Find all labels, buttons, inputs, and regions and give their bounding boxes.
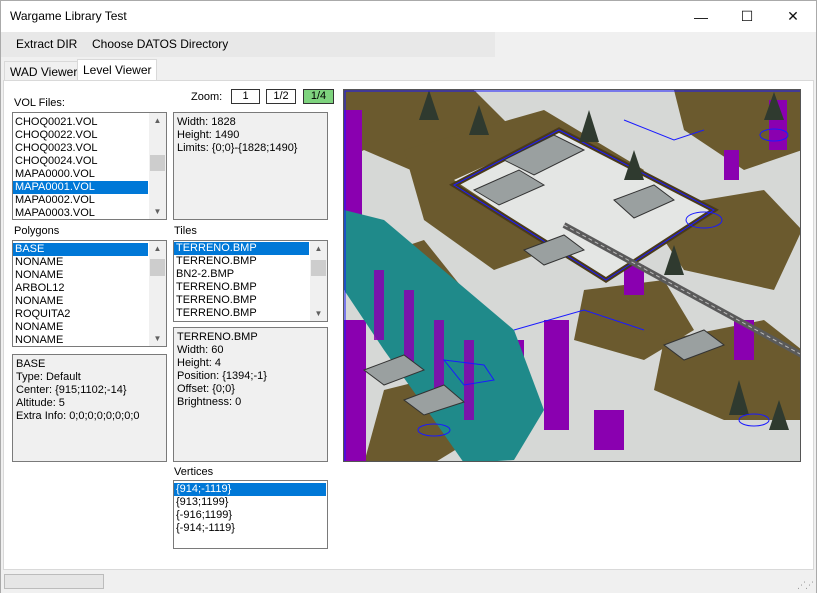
list-item[interactable]: TERRENO.BMP <box>174 294 327 307</box>
polygons-scrollbar[interactable]: ▲ ▼ <box>149 241 166 346</box>
list-item[interactable]: {-914;-1119} <box>174 522 327 535</box>
scroll-up-icon[interactable]: ▲ <box>310 241 327 256</box>
resize-grip-icon[interactable]: ⋰⋰ <box>797 580 814 591</box>
scroll-down-icon[interactable]: ▼ <box>310 306 327 321</box>
scroll-thumb[interactable] <box>311 260 326 276</box>
tile-offset-text: Offset: {0;0} <box>177 383 235 395</box>
progress-bar <box>4 574 104 589</box>
scroll-thumb[interactable] <box>150 259 165 276</box>
level-map-image <box>344 90 800 461</box>
vertices-list[interactable]: {914;-1119} {913;1199} {-916;1199} {-914… <box>173 480 328 549</box>
map-limits-text: Limits: {0;0}-{1828;1490} <box>177 142 298 154</box>
polygon-info-box: BASE Type: Default Center: {915;1102;-14… <box>12 354 167 462</box>
tiles-label: Tiles <box>174 225 197 237</box>
tile-position-text: Position: {1394;-1} <box>177 370 267 382</box>
app-window: Wargame Library Test — ☐ ✕ Extract DIR C… <box>0 0 817 593</box>
menu-bar: Extract DIR Choose DATOS Directory <box>1 32 495 57</box>
scroll-down-icon[interactable]: ▼ <box>149 204 166 219</box>
list-item[interactable]: CHOQ0021.VOL <box>13 116 166 129</box>
window-title: Wargame Library Test <box>10 9 127 23</box>
map-info-box: Width: 1828 Height: 1490 Limits: {0;0}-{… <box>173 112 328 220</box>
list-item[interactable]: TERRENO.BMP <box>174 255 327 268</box>
tile-info-box: TERRENO.BMP Width: 60 Height: 4 Position… <box>173 327 328 462</box>
vol-files-label: VOL Files: <box>14 97 65 109</box>
tile-brightness-text: Brightness: 0 <box>177 396 242 408</box>
list-item[interactable]: NONAME <box>13 295 166 308</box>
status-bar: ⋰⋰ <box>1 571 816 593</box>
tile-width-text: Width: 60 <box>177 344 224 356</box>
tiles-list[interactable]: TERRENO.BMP TERRENO.BMP BN2-2.BMP TERREN… <box>173 240 328 322</box>
zoom-quarter-button[interactable]: 1/4 <box>303 89 334 104</box>
scroll-up-icon[interactable]: ▲ <box>149 241 166 256</box>
polygons-label: Polygons <box>14 225 60 237</box>
list-item[interactable]: NONAME <box>13 334 166 346</box>
scroll-up-icon[interactable]: ▲ <box>149 113 166 128</box>
list-item[interactable]: CHOQ0022.VOL <box>13 129 166 142</box>
list-item[interactable]: MAPA0002.VOL <box>13 194 166 207</box>
polygon-altitude-text: Altitude: 5 <box>16 397 65 409</box>
list-item[interactable]: NONAME <box>13 321 166 334</box>
minimize-button[interactable]: — <box>678 1 724 32</box>
list-item-selected[interactable]: {914;-1119} <box>174 483 326 496</box>
list-item[interactable]: MAPA0000.VOL <box>13 168 166 181</box>
close-button[interactable]: ✕ <box>770 1 816 32</box>
tab-wad-viewer[interactable]: WAD Viewer <box>4 61 84 81</box>
list-item[interactable]: CHOQ0024.VOL <box>13 155 166 168</box>
tile-height-text: Height: 4 <box>177 357 222 369</box>
list-item[interactable]: NONAME <box>13 269 166 282</box>
list-item[interactable]: TERRENO.BMP <box>174 307 327 320</box>
title-bar: Wargame Library Test — ☐ ✕ <box>1 1 816 32</box>
menu-choose-datos-directory[interactable]: Choose DATOS Directory <box>92 37 228 51</box>
list-item[interactable]: ROQUITA2 <box>13 308 166 321</box>
list-item[interactable]: ARBOL12 <box>13 282 166 295</box>
list-item[interactable]: CHOQ0023.VOL <box>13 142 166 155</box>
scroll-thumb[interactable] <box>150 155 165 171</box>
menu-extract-dir[interactable]: Extract DIR <box>16 37 77 51</box>
vol-files-scrollbar[interactable]: ▲ ▼ <box>149 113 166 219</box>
vertices-label: Vertices <box>174 466 214 478</box>
polygon-type-text: Type: Default <box>16 371 81 383</box>
zoom-half-button[interactable]: 1/2 <box>266 89 296 104</box>
tile-name-text: TERRENO.BMP <box>177 331 258 343</box>
map-height-text: Height: 1490 <box>177 129 240 141</box>
polygon-name-text: BASE <box>16 358 46 370</box>
polygon-extra-info-text: Extra Info: 0;0;0;0;0;0;0;0 <box>16 410 140 422</box>
list-item-selected[interactable]: MAPA0001.VOL <box>13 181 148 194</box>
vol-files-list[interactable]: CHOQ0021.VOL CHOQ0022.VOL CHOQ0023.VOL C… <box>12 112 167 220</box>
list-item[interactable]: MAPA0003.VOL <box>13 207 166 219</box>
list-item-selected[interactable]: TERRENO.BMP <box>174 242 309 255</box>
tiles-scrollbar[interactable]: ▲ ▼ <box>310 241 327 321</box>
level-map-view[interactable] <box>343 89 801 462</box>
list-item[interactable]: TERRENO.BMP <box>174 281 327 294</box>
list-item[interactable]: {-916;1199} <box>174 509 327 522</box>
zoom-label: Zoom: <box>191 91 223 103</box>
list-item[interactable]: {913;1199} <box>174 496 327 509</box>
list-item[interactable]: BN2-2.BMP <box>174 268 327 281</box>
polygons-list[interactable]: BASE NONAME NONAME ARBOL12 NONAME ROQUIT… <box>12 240 167 347</box>
maximize-button[interactable]: ☐ <box>724 1 770 32</box>
list-item-selected[interactable]: BASE <box>13 243 148 256</box>
zoom-1-button[interactable]: 1 <box>231 89 260 104</box>
tab-level-viewer[interactable]: Level Viewer <box>77 59 158 82</box>
tab-strip: WAD Viewer Level Viewer <box>1 57 817 82</box>
map-width-text: Width: 1828 <box>177 116 236 128</box>
polygon-center-text: Center: {915;1102;-14} <box>16 384 127 396</box>
list-item[interactable]: NONAME <box>13 256 166 269</box>
scroll-down-icon[interactable]: ▼ <box>149 331 166 346</box>
